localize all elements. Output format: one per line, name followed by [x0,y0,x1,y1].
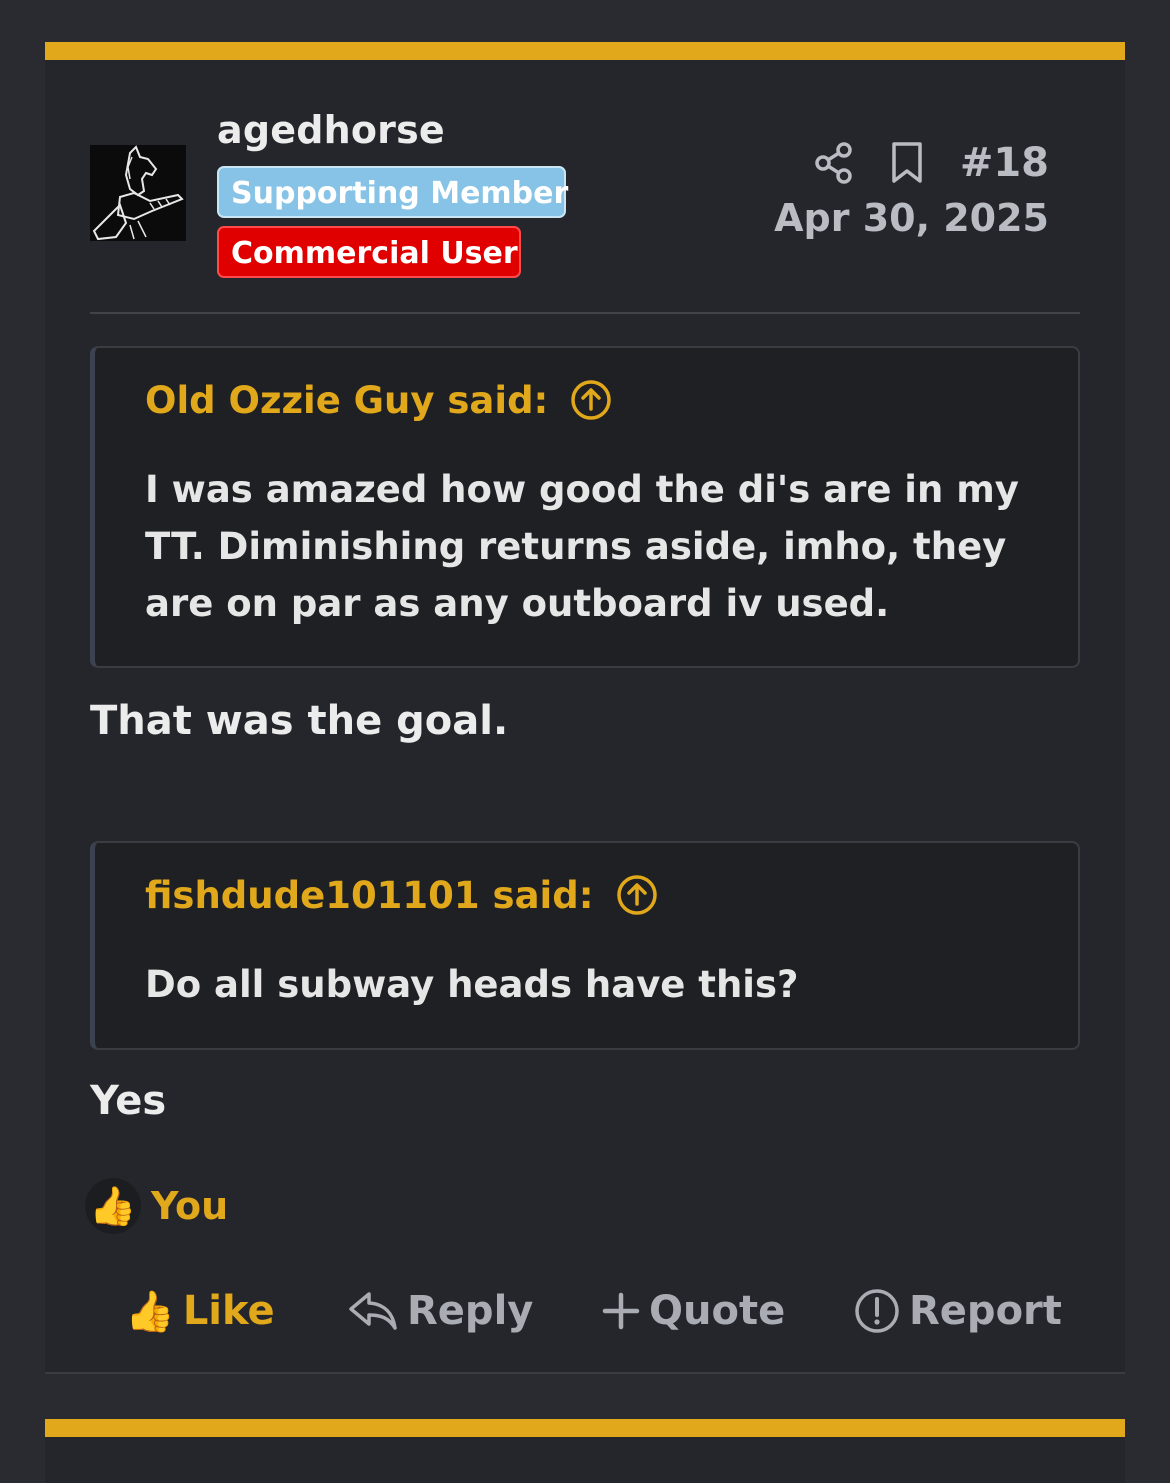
badge-commercial-user: Commercial User [217,226,521,278]
plus-icon [601,1291,641,1331]
post-body-text: That was the goal. [90,698,509,744]
exclamation-circle-icon [853,1287,901,1335]
arrow-up-circle-icon[interactable] [616,874,658,916]
quote-body: Do all subway heads have this? [145,963,799,1006]
quote-header[interactable]: Old Ozzie Guy said: [145,378,1028,422]
next-post-container [45,1419,1125,1483]
avatar[interactable] [90,145,186,241]
post-actions-bar: 👍 Like Reply Quote Report [45,1280,1125,1342]
header-divider [90,312,1080,314]
post-body-text: Yes [90,1078,167,1124]
post-top-accent-bar [45,42,1125,60]
share-icon[interactable] [814,141,854,185]
quote-label: Quote [649,1288,786,1334]
arrow-up-circle-icon[interactable] [570,379,612,421]
reactions-summary[interactable]: 👍 You [85,1176,228,1236]
quote-body: I was amazed how good the di's are in my… [145,468,1019,625]
reply-arrow-icon [347,1288,399,1334]
quote-author[interactable]: Old Ozzie Guy said: [145,379,548,422]
post-bottom-divider [45,1372,1125,1374]
reply-button[interactable]: Reply [347,1280,533,1342]
like-button[interactable]: 👍 Like [125,1280,275,1342]
quote-header[interactable]: fishdude101101 said: [145,873,1028,917]
username[interactable]: agedhorse [217,108,445,152]
thumbs-up-icon: 👍 [85,1178,141,1234]
post-meta-tools: #18 [814,138,1049,188]
report-label: Report [909,1288,1062,1334]
quote-block: fishdude101101 said: Do all subway heads… [90,841,1080,1050]
next-post-accent-bar [45,1419,1125,1437]
badge-supporting-member: Supporting Member [217,166,568,218]
avatar-horse-image [90,145,186,241]
reply-label: Reply [407,1288,534,1334]
post-number-link[interactable]: #18 [960,140,1049,186]
reaction-users[interactable]: You [151,1184,228,1228]
thumbs-up-icon: 👍 [125,1288,175,1335]
quote-author[interactable]: fishdude101101 said: [145,874,594,917]
bookmark-icon[interactable] [890,141,924,185]
quote-button[interactable]: Quote [601,1280,785,1342]
post-date[interactable]: Apr 30, 2025 [774,196,1049,240]
like-label: Like [182,1288,275,1334]
report-button[interactable]: Report [853,1280,1062,1342]
quote-block: Old Ozzie Guy said: I was amazed how goo… [90,346,1080,668]
post-container: agedhorse Supporting Member Commercial U… [45,42,1125,1374]
